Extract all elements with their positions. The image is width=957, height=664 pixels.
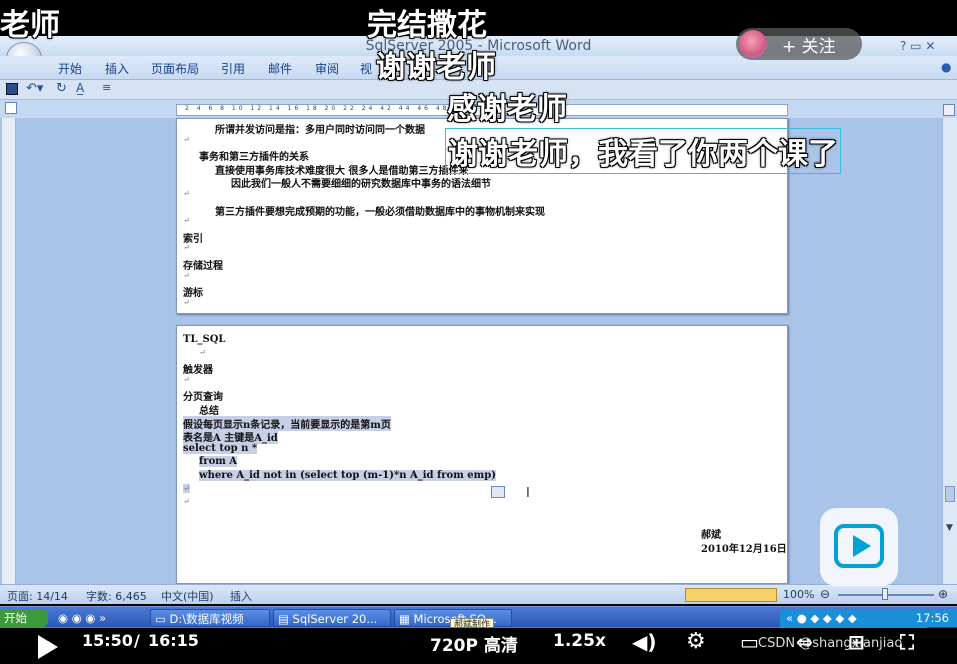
- taskbar-item-label: D:\数据库视频: [169, 612, 244, 626]
- status-mode[interactable]: 插入: [230, 588, 252, 604]
- folder-icon: ▭: [155, 612, 170, 626]
- scroll-thumb[interactable]: [945, 486, 955, 502]
- document-line: from A: [199, 456, 238, 468]
- word-doc-icon: ▤: [278, 612, 293, 626]
- danmaku-3: 感谢老师: [447, 92, 567, 127]
- sql-icon: ▦: [399, 612, 414, 626]
- zoom-out-icon[interactable]: ⊖: [820, 587, 830, 601]
- danmaku-4: 谢谢老师，我看了你两个课了: [445, 128, 841, 174]
- play-icon[interactable]: [38, 635, 58, 659]
- save-icon[interactable]: [6, 83, 18, 95]
- paragraph-mark: ↵: [183, 483, 190, 493]
- paragraph-mark: ↵: [183, 270, 190, 280]
- document-line: 因此我们一般人不需要细细的研究数据库中事务的语法细节: [231, 179, 491, 191]
- ruler-toggle-icon[interactable]: [5, 102, 17, 114]
- volume-icon[interactable]: ◀): [632, 630, 657, 654]
- fullscreen-icon[interactable]: ⛶: [900, 630, 914, 654]
- paste-options-icon[interactable]: [491, 486, 505, 498]
- document-line: 第三方插件要想完成预期的功能，一般必须借助数据库中的事物机制来实现: [215, 206, 545, 218]
- scroll-down-icon[interactable]: ▼: [946, 523, 953, 533]
- watermark: CSDN @shangxianjiao: [758, 636, 903, 651]
- spelling-icon[interactable]: A̲: [76, 81, 84, 95]
- ruler-right-icon[interactable]: [943, 104, 955, 116]
- system-tray: « ● ◆ ◆ ◆ ◆ 17:56: [780, 609, 957, 627]
- document-line: where A_id not in (select top (m-1)*n A_…: [199, 470, 496, 481]
- paragraph-mark: ↵: [199, 347, 206, 357]
- top-left-danmaku: 老师: [0, 8, 60, 43]
- windows-taskbar: 开始 ◉ ◉ ◉ » ▭ D:\数据库视频 ▤ SqlServer 20... …: [0, 606, 957, 630]
- paragraph-mark: ↵: [183, 374, 190, 384]
- player-control-bar: 15:50 / 16:15 720P 高清 1.25x ◀) ⚙ ▭ CSDN …: [0, 628, 957, 664]
- tab-view[interactable]: 视: [360, 60, 372, 77]
- document-line: 所谓并发访问是指：多用户同时访问同一个数据: [215, 125, 425, 136]
- follow-button[interactable]: + 关注: [736, 28, 862, 60]
- vertical-ruler[interactable]: [2, 118, 16, 584]
- status-language[interactable]: 中文(中国): [161, 588, 214, 604]
- danmaku-1: 完结撒花: [367, 8, 487, 43]
- taskbar-clock: 17:56: [915, 611, 949, 625]
- tab-page-layout[interactable]: 页面布局: [151, 60, 199, 77]
- paragraph-mark: ↵: [183, 216, 190, 226]
- start-label: 开始: [4, 611, 27, 625]
- taskbar-item-explorer[interactable]: ▭ D:\数据库视频: [150, 609, 270, 627]
- vertical-scrollbar[interactable]: ▼: [942, 118, 957, 584]
- status-page[interactable]: 页面: 14/14: [7, 588, 68, 604]
- tab-mailings[interactable]: 邮件: [268, 60, 292, 77]
- paragraph-mark: ↵: [183, 297, 190, 307]
- taskbar-item-label: SqlServer 20...: [292, 612, 378, 626]
- paragraph-mark: ↵: [183, 134, 190, 144]
- tab-references[interactable]: 引用: [221, 60, 245, 77]
- widescreen-icon[interactable]: ⇔: [796, 630, 813, 654]
- window-controls[interactable]: ? ▭ ✕: [900, 36, 956, 56]
- miniplayer-icon[interactable]: ▭: [740, 630, 759, 654]
- danmaku-2: 谢谢老师: [376, 50, 496, 85]
- customize-qat-icon[interactable]: ≡: [102, 81, 111, 94]
- web-fullscreen-icon[interactable]: ⊞: [848, 630, 865, 654]
- bilibili-logo-icon: [820, 508, 898, 586]
- time-separator: /: [134, 631, 140, 650]
- taskbar-item-word[interactable]: ▤ SqlServer 20...: [273, 609, 391, 627]
- zoom-slider-handle[interactable]: [882, 588, 888, 600]
- paragraph-mark: ↵: [183, 497, 190, 507]
- help-icon[interactable]: ●: [941, 60, 951, 74]
- quality-button[interactable]: 720P 高清: [430, 631, 518, 656]
- zoom-level[interactable]: 100%: [783, 588, 814, 601]
- tab-review[interactable]: 审阅: [315, 60, 339, 77]
- speed-button[interactable]: 1.25x: [553, 631, 606, 651]
- paragraph-mark: ↵: [183, 243, 190, 253]
- tray-icons[interactable]: « ● ◆ ◆ ◆ ◆: [786, 611, 857, 625]
- total-time: 16:15: [148, 631, 199, 650]
- zoom-in-icon[interactable]: ⊕: [938, 587, 948, 601]
- uploader-avatar[interactable]: [739, 30, 767, 58]
- tab-home[interactable]: 开始: [58, 60, 82, 77]
- text-cursor-icon: I: [526, 486, 530, 501]
- redo-icon[interactable]: ↻: [56, 81, 67, 96]
- tab-insert[interactable]: 插入: [105, 60, 129, 77]
- document-line: select top n *: [183, 442, 258, 454]
- follow-label: + 关注: [782, 37, 836, 57]
- current-time: 15:50: [82, 631, 133, 650]
- status-words[interactable]: 字数: 6,465: [86, 588, 147, 604]
- video-player[interactable]: SqlServer 2005 - Microsoft Word ? ▭ ✕ 开始…: [0, 0, 957, 664]
- document-page-2[interactable]: 郝斌 2010年12月16日 I TL_SQL ↵ 触发器 ↵ 分页查询 总结 假设每页显示…: [176, 325, 788, 584]
- undo-icon[interactable]: ↶▾: [26, 81, 43, 96]
- view-buttons[interactable]: [685, 588, 777, 602]
- quick-launch-icons[interactable]: ◉ ◉ ◉ »: [58, 609, 106, 627]
- start-button[interactable]: 开始: [0, 609, 48, 627]
- settings-gear-icon[interactable]: ⚙: [686, 629, 706, 654]
- signature-date: 2010年12月16日: [701, 544, 787, 555]
- signature-name: 郝斌: [701, 530, 721, 541]
- status-bar: 页面: 14/14 字数: 6,465 中文(中国) 插入 100% ⊖ ⊕: [0, 584, 957, 604]
- paragraph-mark: ↵: [183, 189, 190, 198]
- document-line: TL_SQL: [183, 334, 226, 345]
